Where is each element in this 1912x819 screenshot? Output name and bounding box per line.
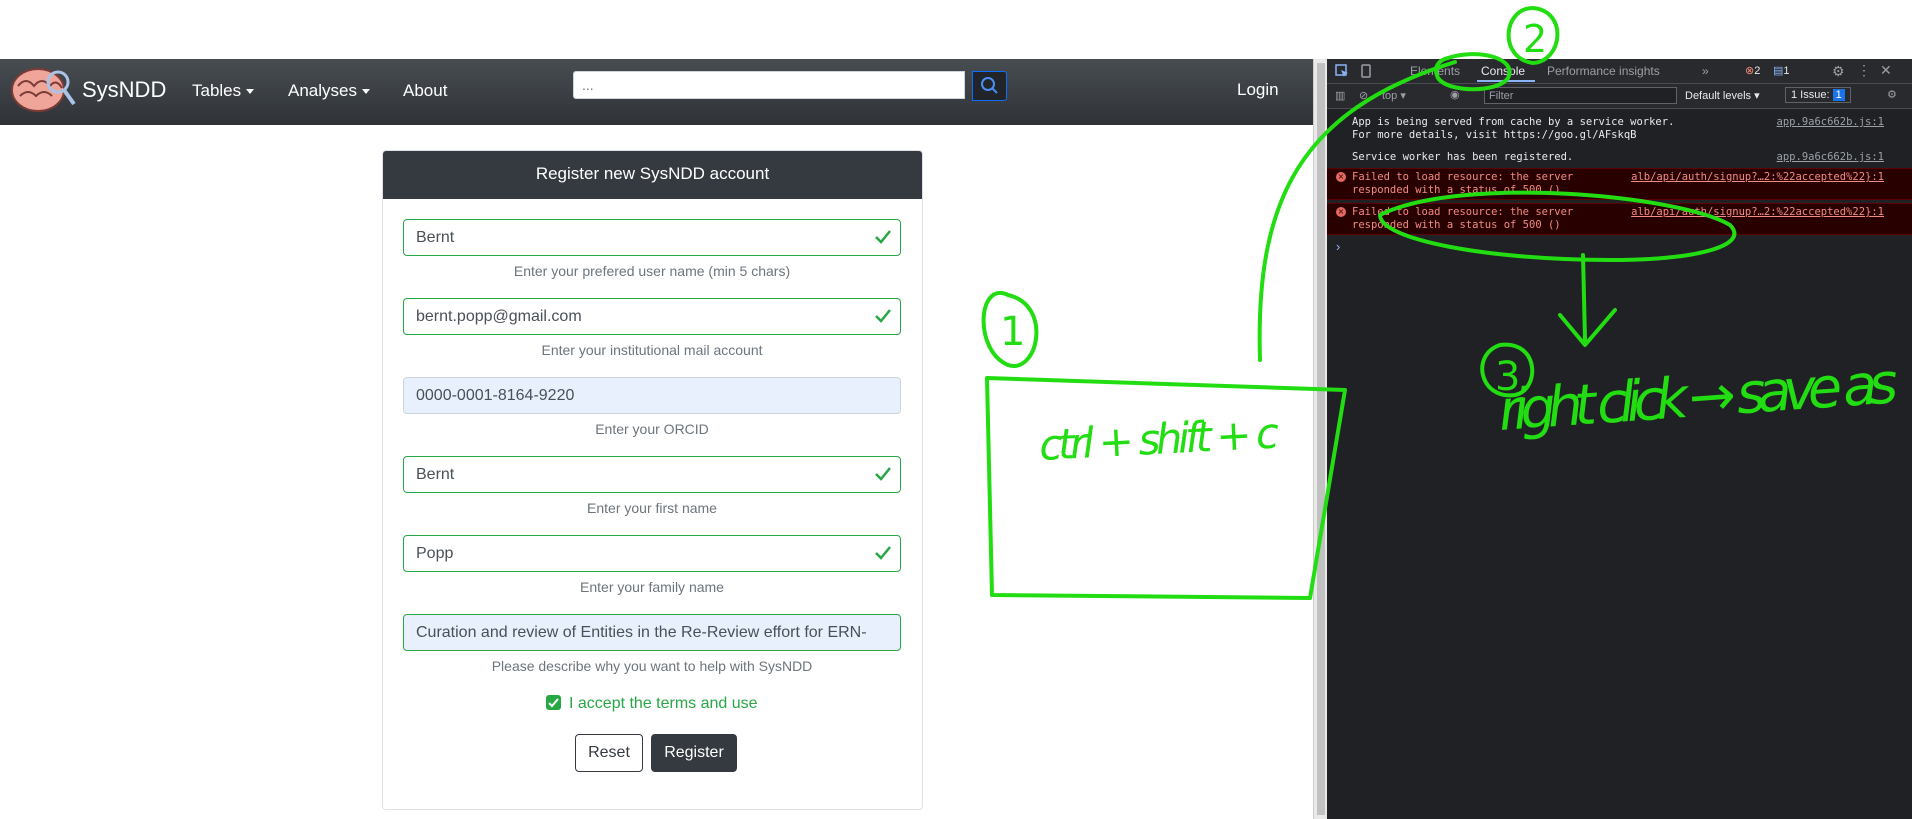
reset-button[interactable]: Reset [575,734,643,772]
eye-icon[interactable]: ◉ [1450,88,1460,101]
console-log-row: Service worker has been registered. app.… [1327,151,1912,165]
register-card: Register new SysNDD account Bernt Enter … [382,150,923,810]
more-options-icon[interactable]: ⋮ [1857,62,1871,79]
first-name-hint: Enter your first name [587,500,717,516]
brand-name[interactable]: SysNDD [82,77,166,103]
valid-check-icon [875,546,891,560]
nav-tables-label: Tables [192,81,242,100]
checkbox-checked-icon [546,695,561,710]
email-field[interactable]: bernt.popp@gmail.com [403,298,901,335]
terms-checkbox[interactable]: I accept the terms and use [546,695,758,713]
app-pane: SysNDD Tables Analyses About Login Regis… [0,0,1313,819]
log-message: App is being served from cache by a serv… [1352,116,1675,141]
console-filter-input[interactable]: Filter [1484,87,1677,104]
first-name-value: Bernt [416,466,455,483]
error-count: 2 [1754,65,1761,77]
console-error-row[interactable]: × Failed to load resource: the server re… [1327,168,1912,200]
nav-about-link[interactable]: About [403,81,447,101]
search-button[interactable] [972,71,1007,101]
console-toolbar: ▥ ⊘ top ▾ ◉ Filter Default levels ▾ 1 Is… [1327,84,1912,109]
log-levels-label: Default levels [1685,90,1752,102]
tab-console[interactable]: Console [1481,64,1525,78]
family-name-field[interactable]: Popp [403,535,901,572]
devtools-panel: Elements Console Performance insights » … [1327,59,1912,819]
error-message: Failed to load resource: the server resp… [1352,171,1574,196]
log-source-link[interactable]: app.9a6c662b.js:1 [1777,151,1884,164]
nav-tables-dropdown[interactable]: Tables [192,81,255,101]
annotation-label-step2: 2 [1523,17,1547,61]
scrollbar-thumb[interactable] [1317,63,1325,815]
context-selector[interactable]: top ▾ [1382,89,1406,102]
tab-elements[interactable]: Elements [1410,64,1460,78]
register-title: Register new SysNDD account [383,151,922,199]
chevron-down-icon [361,89,370,95]
error-icon: × [1336,172,1346,182]
error-icon: × [1336,207,1346,217]
active-tab-indicator [1477,80,1535,82]
motivation-value: Curation and review of Entities in the R… [416,624,867,641]
message-count: 1 [1783,65,1790,77]
settings-gear-icon[interactable]: ⚙ [1832,63,1845,80]
inspect-element-icon[interactable] [1335,64,1349,78]
nav-analyses-label: Analyses [288,81,357,100]
console-error-row[interactable]: × Failed to load resource: the server re… [1327,203,1912,235]
more-tabs-icon[interactable]: » [1702,64,1709,78]
sidebar-toggle-icon[interactable]: ▥ [1335,89,1345,102]
log-levels-dropdown[interactable]: Default levels ▾ [1685,89,1760,102]
family-name-value: Popp [416,545,454,562]
pane-scrollbar[interactable] [1313,59,1328,819]
error-message: Failed to load resource: the server resp… [1352,206,1574,231]
email-hint: Enter your institutional mail account [541,342,763,358]
close-icon[interactable]: ✕ [1880,62,1892,79]
search-icon [981,77,998,94]
login-link[interactable]: Login [1237,80,1279,100]
brain-logo-icon[interactable] [6,62,78,120]
valid-check-icon [875,467,891,481]
family-name-hint: Enter your family name [580,579,724,595]
device-toolbar-icon[interactable] [1359,64,1373,78]
username-field[interactable]: Bernt [403,219,901,256]
navbar: SysNDD Tables Analyses About Login [0,59,1313,125]
username-value: Bernt [416,229,455,246]
clear-console-icon[interactable]: ⊘ [1359,89,1368,102]
issue-count: 1 [1832,89,1845,101]
motivation-field[interactable]: Curation and review of Entities in the R… [403,614,901,651]
message-count-badge[interactable]: ▤1 [1773,64,1790,77]
valid-check-icon [875,309,891,323]
username-hint: Enter your prefered user name (min 5 cha… [513,263,791,279]
issues-button[interactable]: 1 Issue: 1 [1785,87,1851,103]
first-name-field[interactable]: Bernt [403,456,901,493]
annotation-circle-step2 [1506,6,1560,65]
nav-analyses-dropdown[interactable]: Analyses [288,81,370,101]
search-input[interactable] [573,71,965,99]
terms-label: I accept the terms and use [569,695,758,712]
error-count-badge[interactable]: ⊗2 [1745,64,1760,77]
error-source-link[interactable]: alb/api/auth/signup?…2:%22accepted%22}:1 [1631,171,1884,184]
search-bar [573,71,1007,101]
devtools-toolbar: Elements Console Performance insights » … [1327,59,1912,84]
orcid-hint: Enter your ORCID [595,421,709,437]
orcid-value: 0000-0001-8164-9220 [416,387,575,404]
error-source-link[interactable]: alb/api/auth/signup?…2:%22accepted%22}:1 [1631,206,1884,219]
orcid-field[interactable]: 0000-0001-8164-9220 [403,377,901,414]
valid-check-icon [875,230,891,244]
context-top: top [1382,90,1398,102]
chevron-down-icon [246,89,255,95]
issues-label: 1 Issue: [1791,89,1830,101]
motivation-hint: Please describe why you want to help wit… [491,658,813,674]
console-log-row: App is being served from cache by a serv… [1327,116,1912,144]
log-source-link[interactable]: app.9a6c662b.js:1 [1777,116,1884,129]
console-prompt-icon[interactable]: › [1336,239,1340,254]
email-value: bernt.popp@gmail.com [416,308,582,325]
log-message: Service worker has been registered. [1352,151,1574,163]
tab-performance-insights[interactable]: Performance insights [1547,64,1660,78]
console-settings-gear-icon[interactable]: ⚙ [1887,88,1897,101]
register-button[interactable]: Register [651,734,737,772]
